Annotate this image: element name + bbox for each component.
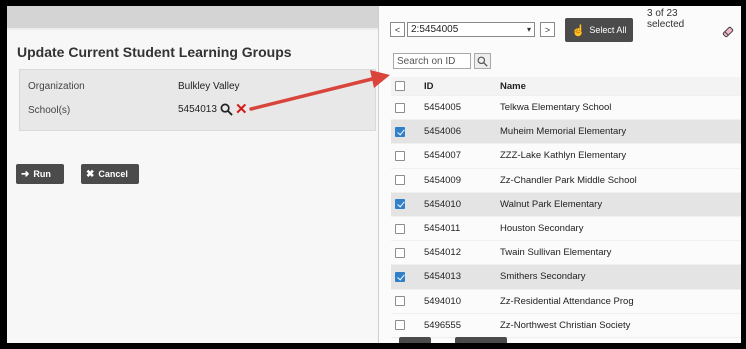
row-name-cell: Zz-Residential Attendance Prog xyxy=(500,295,634,307)
row-name-cell: Muheim Memorial Elementary xyxy=(500,126,627,138)
remove-icon[interactable]: ✕ xyxy=(235,102,248,117)
picker-toolbar: < 2:5454005 ▾ > ☝ Select All 3 of 23 sel… xyxy=(379,6,741,42)
app-frame: Update Current Student Learning Groups O… xyxy=(7,6,741,343)
run-button-label: Run xyxy=(33,169,51,179)
dialog-title: Update Current Student Learning Groups xyxy=(17,44,292,60)
row-name-cell: Zz-Northwest Christian Society xyxy=(500,319,631,331)
row-name-cell: ZZZ-Lake Kathlyn Elementary xyxy=(500,150,627,162)
table-row[interactable]: 5494010 Zz-Residential Attendance Prog xyxy=(391,290,741,314)
row-id-cell: 5454013 xyxy=(424,271,461,283)
chevron-down-icon: ▾ xyxy=(526,25,531,34)
bottom-button[interactable] xyxy=(455,337,507,343)
procedure-dialog: Update Current Student Learning Groups O… xyxy=(7,30,378,343)
bottom-button[interactable] xyxy=(399,337,431,343)
table-row[interactable]: 5454013 Smithers Secondary xyxy=(391,265,741,290)
row-name-cell: Smithers Secondary xyxy=(500,271,586,283)
id-search-row xyxy=(393,53,503,69)
table-row[interactable]: 5454005 Telkwa Elementary School xyxy=(391,96,741,121)
select-all-label: Select All xyxy=(589,25,627,35)
row-checkbox[interactable] xyxy=(395,271,405,282)
top-strip xyxy=(7,6,378,28)
row-name-cell: Telkwa Elementary School xyxy=(500,102,612,114)
row-checkbox[interactable] xyxy=(395,223,405,234)
selection-count-label: selected xyxy=(647,19,685,30)
next-record-button[interactable]: > xyxy=(540,22,555,37)
row-checkbox[interactable] xyxy=(395,296,405,307)
table-row[interactable]: 5496555 Zz-Northwest Christian Society xyxy=(391,314,741,338)
table-row[interactable]: 5454010 Walnut Park Elementary xyxy=(391,192,741,217)
eraser-icon[interactable] xyxy=(721,25,735,39)
organization-label: Organization xyxy=(28,81,85,92)
selection-count-number: 3 of 23 xyxy=(647,8,678,19)
name-column-header[interactable]: Name xyxy=(500,81,526,92)
school-picker-popup: < 2:5454005 ▾ > ☝ Select All 3 of 23 sel… xyxy=(378,6,741,343)
table-body: 5454005 Telkwa Elementary School 5454006 Mu… xyxy=(391,96,741,338)
row-id-cell: 5454007 xyxy=(424,150,461,162)
table-row[interactable]: 5454012 Twain Sullivan Elementary xyxy=(391,241,741,266)
id-search-input[interactable] xyxy=(393,53,471,69)
close-icon: ✖ xyxy=(86,168,95,180)
row-id-cell: 5494010 xyxy=(424,295,461,307)
row-checkbox[interactable] xyxy=(395,199,405,210)
row-id-cell: 5454012 xyxy=(424,247,461,259)
table-row[interactable]: 5454007 ZZZ-Lake Kathlyn Elementary xyxy=(391,144,741,169)
search-icon xyxy=(477,56,488,67)
row-id-cell: 5454009 xyxy=(424,174,461,186)
row-name-cell: Houston Secondary xyxy=(500,223,584,235)
row-id-cell: 5454005 xyxy=(424,102,461,114)
row-checkbox[interactable] xyxy=(395,102,405,113)
schools-label: School(s) xyxy=(28,105,71,116)
row-checkbox[interactable] xyxy=(395,320,405,331)
cancel-button-label: Cancel xyxy=(98,169,128,179)
row-id-cell: 5454011 xyxy=(424,223,461,235)
row-checkbox[interactable] xyxy=(395,126,405,137)
table-row[interactable]: 5454006 Muheim Memorial Elementary xyxy=(391,120,741,145)
select-all-button[interactable]: ☝ Select All xyxy=(565,18,633,42)
schools-value: 5454013 ✕ xyxy=(178,102,248,117)
row-name-cell: Zz-Chandler Park Middle School xyxy=(500,174,637,186)
play-icon: ➜ xyxy=(21,168,30,180)
row-checkbox[interactable] xyxy=(395,247,405,258)
previous-record-button[interactable]: < xyxy=(390,22,405,37)
row-name-cell: Twain Sullivan Elementary xyxy=(500,247,612,259)
school-id-value: 5454013 xyxy=(178,104,217,115)
table-header-row: ID Name xyxy=(391,77,741,96)
run-button[interactable]: ➜ Run xyxy=(16,164,64,184)
row-id-cell: 5496555 xyxy=(424,319,461,331)
selection-count: 3 of 23 selected xyxy=(647,8,684,30)
current-record-value: 2:5454005 xyxy=(411,24,459,35)
pointer-hand-icon: ☝ xyxy=(571,24,586,37)
row-id-cell: 5454006 xyxy=(424,126,461,138)
row-checkbox[interactable] xyxy=(395,175,405,186)
cancel-button[interactable]: ✖ Cancel xyxy=(81,164,139,184)
table-row[interactable]: 5454009 Zz-Chandler Park Middle School xyxy=(391,169,741,193)
current-record-select[interactable]: 2:5454005 ▾ xyxy=(407,22,535,37)
parameters-panel: Organization Bulkley Valley School(s) 54… xyxy=(19,69,376,131)
row-id-cell: 5454010 xyxy=(424,198,461,210)
organization-value: Bulkley Valley xyxy=(178,81,240,92)
row-checkbox[interactable] xyxy=(395,150,405,161)
id-search-button[interactable] xyxy=(474,53,491,69)
row-name-cell: Walnut Park Elementary xyxy=(500,198,603,210)
select-all-checkbox[interactable] xyxy=(395,81,405,91)
id-column-header[interactable]: ID xyxy=(424,81,434,92)
table-row[interactable]: 5454011 Houston Secondary xyxy=(391,217,741,242)
search-icon[interactable] xyxy=(220,103,233,116)
school-table: ID Name 5454005 Telkwa Elementary School 5… xyxy=(391,77,741,338)
